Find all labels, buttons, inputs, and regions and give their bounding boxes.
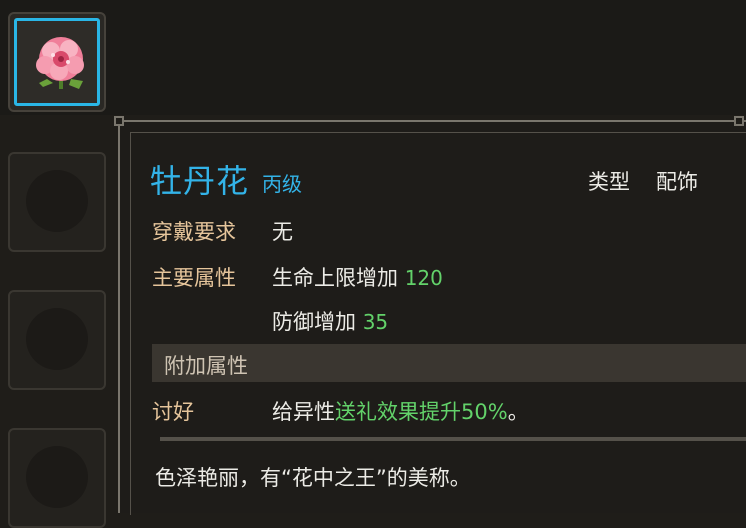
- wear-requirement-label: 穿戴要求: [152, 220, 236, 244]
- extra-attribute-title: 附加属性: [164, 354, 248, 378]
- item-description: 色泽艳丽，有“花中之王”的美称。: [155, 466, 471, 490]
- selection-frame: [14, 18, 100, 106]
- item-type-value: 配饰: [656, 170, 698, 194]
- top-bar: [0, 0, 746, 115]
- extra-effect-highlight: 送礼效果提升50%: [335, 400, 508, 424]
- inventory-slot-selected[interactable]: [8, 12, 106, 112]
- inventory-slot-empty[interactable]: [8, 152, 106, 252]
- extra-effect-suffix: 。: [507, 400, 529, 424]
- extra-effect-row: 给异性送礼效果提升50%。: [272, 396, 529, 426]
- peony-flower-icon: [36, 37, 84, 89]
- item-type-label: 类型: [588, 170, 630, 194]
- tooltip-divider: [160, 437, 746, 441]
- main-attribute-value: 35: [362, 310, 389, 334]
- slot-placeholder: [26, 308, 88, 370]
- inventory-slot-empty[interactable]: [8, 290, 106, 390]
- main-attribute-text: 生命上限增加: [272, 266, 398, 290]
- tooltip-corner: [114, 116, 124, 126]
- wear-requirement-value: 无: [272, 220, 293, 244]
- item-grade: 丙级: [262, 172, 302, 196]
- main-attribute-label: 主要属性: [152, 266, 236, 290]
- tooltip-corner: [734, 116, 744, 126]
- main-attribute-row: 生命上限增加 120: [272, 262, 443, 292]
- main-attribute-text: 防御增加: [272, 310, 356, 334]
- extra-effect-prefix: 给异性: [272, 400, 335, 424]
- slot-placeholder: [26, 446, 88, 508]
- slot-placeholder: [26, 170, 88, 232]
- main-attribute-value: 120: [404, 266, 443, 290]
- extra-effect-label: 讨好: [152, 400, 194, 424]
- inventory-slot-empty[interactable]: [8, 428, 106, 528]
- main-attribute-row: 防御增加 35: [272, 306, 388, 336]
- item-name: 牡丹花: [150, 162, 250, 200]
